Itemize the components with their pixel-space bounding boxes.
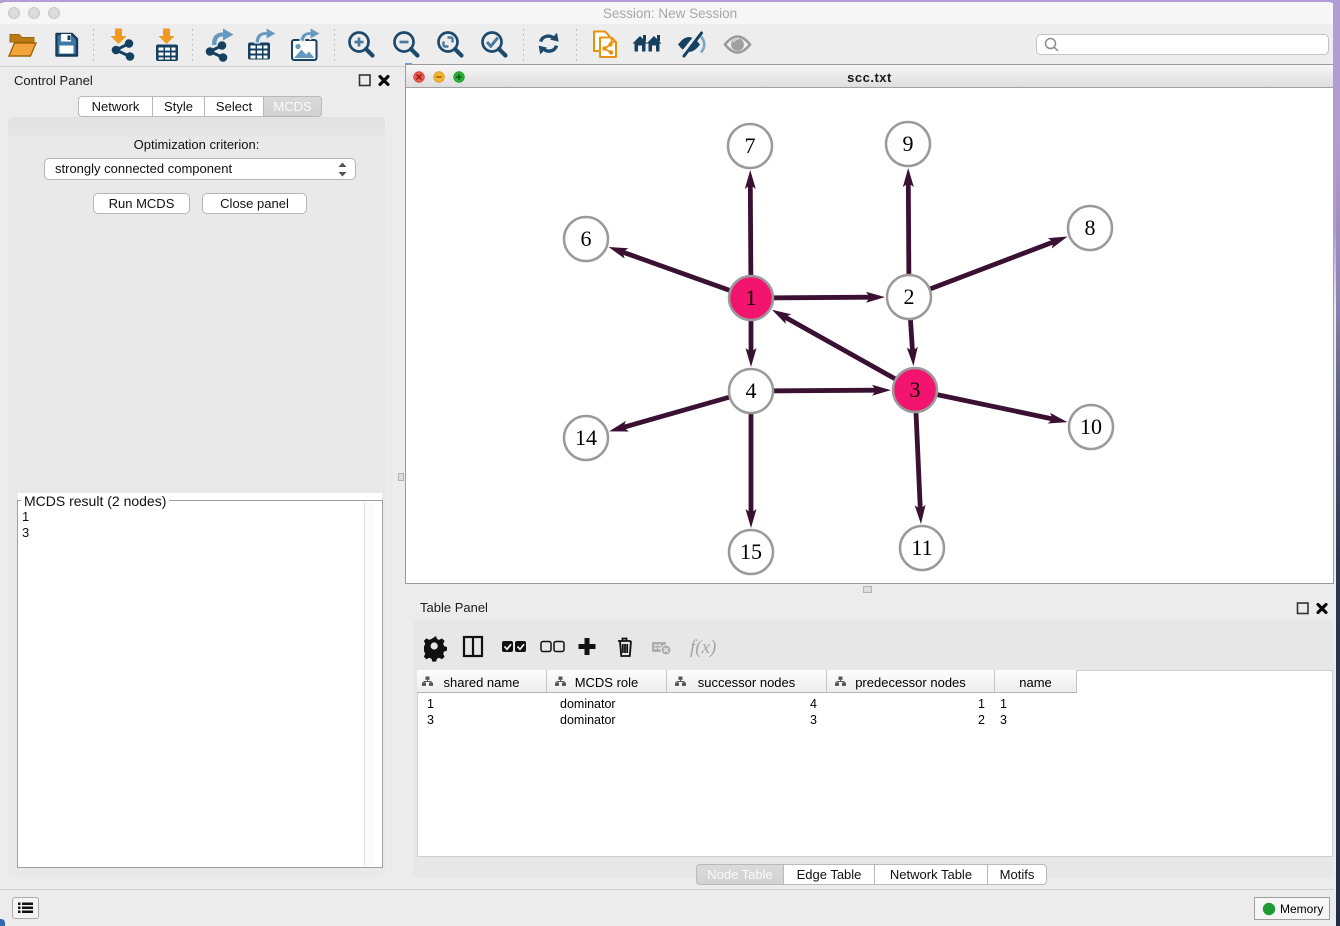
svg-text:4: 4 xyxy=(746,378,757,403)
svg-text:15: 15 xyxy=(740,539,762,564)
svg-text:8: 8 xyxy=(1085,215,1096,240)
svg-text:11: 11 xyxy=(911,535,932,560)
svg-text:3: 3 xyxy=(910,377,921,402)
svg-text:7: 7 xyxy=(745,133,756,158)
svg-text:9: 9 xyxy=(903,131,914,156)
svg-text:2: 2 xyxy=(904,284,915,309)
svg-text:14: 14 xyxy=(575,425,597,450)
svg-text:1: 1 xyxy=(746,285,757,310)
svg-text:10: 10 xyxy=(1080,414,1102,439)
svg-text:6: 6 xyxy=(581,226,592,251)
svg-text:f(x): f(x) xyxy=(690,637,716,658)
